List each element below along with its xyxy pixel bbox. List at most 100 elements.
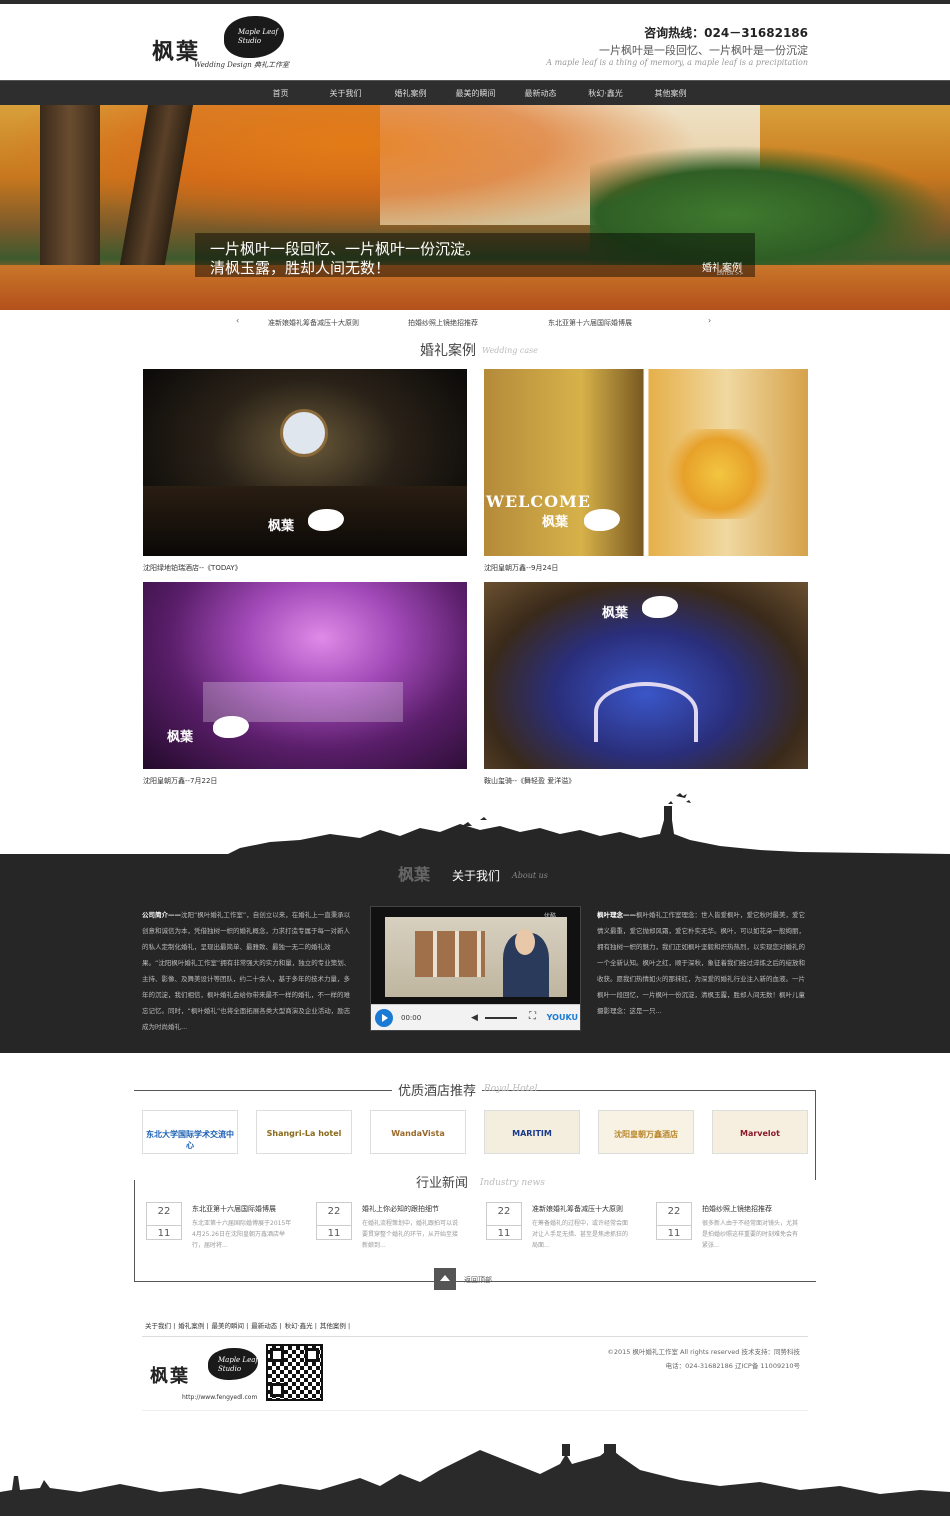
case-welcome-sign: WELCOME	[486, 492, 591, 511]
banner-tag-enter[interactable]: ENTER >>	[717, 271, 744, 277]
footer-logo-cn: 枫葉	[150, 1366, 190, 1387]
footer-logo[interactable]: 枫葉 Maple Leaf Studio	[150, 1348, 260, 1394]
qr-corner	[305, 1348, 319, 1362]
footer-logo-leaf-text: Maple Leaf Studio	[218, 1356, 258, 1373]
case-watermark: 枫葉	[602, 606, 629, 621]
footer-divider	[142, 1410, 808, 1411]
footer-links: 关于我们 | 婚礼案例 | 最美的瞬间 | 最新动态 | 秋幻·鑫光 | 其他案…	[145, 1320, 353, 1330]
hotel-logo[interactable]: 沈阳皇朝万鑫酒店	[598, 1110, 694, 1154]
case-caption-4[interactable]: 鞍山玺骑--《舞轻盈 爱洋溢》	[484, 776, 575, 786]
nav-item-news[interactable]: 最新动态	[508, 81, 573, 106]
news-date: 22 11	[656, 1202, 692, 1240]
hero-banner[interactable]: 一片枫叶一段回忆、一片枫叶一份沉淀。 清枫玉露，胜却人间无数！ 婚礼案例 ENT…	[0, 105, 950, 310]
cases-title: 婚礼案例	[420, 343, 476, 359]
news-subtitle: Industry news	[480, 1178, 545, 1188]
nav-item-home[interactable]: 首页	[248, 81, 313, 106]
video-player[interactable]: 优酷 00:00 ◀ ⛶ YOUKU	[370, 906, 581, 1031]
news-item-summary: 在筹备婚礼的过程中，或许经常会面对让人手足无措、甚至是焦虑抓狂的局面...	[532, 1220, 629, 1249]
video-source-label: 优酷	[543, 913, 556, 920]
video-face	[515, 929, 535, 955]
ticker-next-icon[interactable]: ›	[708, 316, 711, 325]
news-month: 11	[657, 1225, 691, 1239]
qr-corner	[270, 1383, 284, 1397]
footer-link[interactable]: 最美的瞬间 |	[212, 1320, 249, 1330]
video-controls: 00:00 ◀ ⛶ YOUKU	[371, 1004, 580, 1030]
footer-link[interactable]: 关于我们 |	[145, 1320, 175, 1330]
youku-logo[interactable]: YOUKU	[547, 1013, 578, 1022]
footer-link[interactable]: 婚礼案例 |	[178, 1320, 208, 1330]
site-header: 枫葉 Maple Leaf Studio Wedding Design 典礼工作…	[0, 4, 950, 80]
news-ticker: ‹ 准新娘婚礼筹备减压十大原则 拍婚纱照上镜绝招推荐 东北亚第十六届国际婚博展 …	[0, 316, 950, 330]
case-caption-1[interactable]: 沈阳绿地铂瑞酒店--《TODAY》	[143, 563, 242, 573]
news-item-summary: 东北亚第十六届国际婚博展于2015年4月25.26日在沈阳皇朝万鑫酒店举行，届时…	[192, 1220, 292, 1249]
concept-label: 枫叶理念——	[597, 911, 636, 919]
back-to-top-label[interactable]: 返回顶部	[464, 1275, 492, 1285]
hotel-logo[interactable]: MARITIM	[484, 1110, 580, 1154]
news-date: 22 11	[486, 1202, 522, 1240]
banner-subline: 清枫玉露，胜却人间无数！	[210, 259, 391, 277]
main-nav: 首页 关于我们 婚礼案例 最美的瞬间 最新动态 秋幻·鑫光 其他案例	[0, 80, 950, 105]
city-skyline-top	[0, 793, 950, 856]
news-item-title[interactable]: 东北亚第十六届国际婚博展	[192, 1204, 276, 1214]
watermark-leaf-icon	[642, 596, 678, 618]
case-arch	[594, 682, 698, 742]
footer-url[interactable]: http://www.fengyedl.com	[182, 1394, 257, 1401]
hotline: 咨询热线：024－31682186	[644, 26, 808, 40]
news-item[interactable]: 22 11 准新娘婚礼筹备减压十大原则 在筹备婚礼的过程中，或许经常会面对让人手…	[478, 1202, 628, 1262]
case-floor	[143, 486, 467, 556]
case-image-1[interactable]: 枫葉	[143, 369, 467, 556]
case-flowers	[664, 429, 774, 519]
company-concept: 枫叶理念——枫叶婚礼工作室理念：世人皆爱枫叶，爱它秋时最美，爱它情义最重，爱它抛…	[597, 907, 807, 1019]
logo-leaf-text: Maple Leaf Studio	[238, 28, 278, 45]
nav-item-cases[interactable]: 婚礼案例	[378, 81, 443, 106]
hotel-logo[interactable]: WandaVista	[370, 1110, 466, 1154]
news-title: 行业新闻	[410, 1172, 475, 1191]
news-item[interactable]: 22 11 婚礼上你必知的跟拍细节 在婚礼流程策划中，婚礼跟拍可以说要贯穿整个婚…	[308, 1202, 458, 1262]
ticker-prev-icon[interactable]: ‹	[236, 316, 239, 325]
case-image-4[interactable]: 枫葉	[484, 582, 808, 769]
hotel-logo[interactable]: Marvelot	[712, 1110, 808, 1154]
case-caption-3[interactable]: 沈阳皇朝万鑫--7月22日	[143, 776, 217, 786]
news-item-title[interactable]: 拍婚纱照上镜绝招推荐	[702, 1204, 772, 1214]
news-month: 11	[487, 1225, 521, 1239]
volume-slider[interactable]	[485, 1017, 517, 1019]
banner-leaves	[0, 105, 700, 235]
qr-code-icon	[266, 1344, 323, 1401]
nav-item-about[interactable]: 关于我们	[313, 81, 378, 106]
ticker-item[interactable]: 东北亚第十六届国际婚博展	[548, 318, 632, 328]
fullscreen-icon[interactable]: ⛶	[529, 1011, 536, 1022]
watermark-leaf-icon	[213, 716, 249, 738]
play-icon[interactable]	[375, 1009, 393, 1027]
ticker-item[interactable]: 拍婚纱照上镜绝招推荐	[408, 318, 478, 328]
qr-corner	[270, 1348, 284, 1362]
case-image-2[interactable]: WELCOME 枫葉	[484, 369, 808, 556]
hotel-logo[interactable]: 东北大学国际学术交流中心	[142, 1110, 238, 1154]
news-month: 11	[317, 1225, 351, 1239]
news-item-summary: 在婚礼流程策划中，婚礼跟拍可以说要贯穿整个婚礼的环节，从开始至接新娘到...	[362, 1220, 459, 1249]
back-to-top-icon[interactable]	[434, 1268, 456, 1290]
case-caption-2[interactable]: 沈阳皇朝万鑫--9月24日	[484, 563, 558, 573]
maple-leaf-icon: Maple Leaf Studio	[208, 1348, 258, 1380]
hotel-name: 沈阳皇朝万鑫酒店	[614, 1130, 678, 1139]
watermark-leaf-icon	[584, 509, 620, 531]
site-logo[interactable]: 枫葉 Maple Leaf Studio Wedding Design 典礼工作…	[142, 12, 292, 74]
footer-link[interactable]: 秋幻·鑫光 |	[285, 1320, 317, 1330]
news-date: 22 11	[316, 1202, 352, 1240]
news-item[interactable]: 22 11 东北亚第十六届国际婚博展 东北亚第十六届国际婚博展于2015年4月2…	[138, 1202, 291, 1262]
nav-item-moments[interactable]: 最美的瞬间	[443, 81, 508, 106]
footer-link[interactable]: 其他案例 |	[320, 1320, 350, 1330]
ticker-item[interactable]: 准新娘婚礼筹备减压十大原则	[268, 318, 359, 328]
case-image-3[interactable]: 枫葉	[143, 582, 467, 769]
footer-link[interactable]: 最新动态 |	[251, 1320, 281, 1330]
news-month: 11	[147, 1225, 181, 1239]
news-item-summary: 很多新人由于不经常面对镜头，尤其是拍婚纱照这样重要的时刻难免会有紧张...	[702, 1220, 799, 1249]
volume-icon[interactable]: ◀	[471, 1013, 478, 1023]
nav-item-autumn[interactable]: 秋幻·鑫光	[573, 81, 638, 106]
news-item-title[interactable]: 准新娘婚礼筹备减压十大原则	[532, 1204, 623, 1214]
news-day: 22	[667, 1206, 681, 1217]
city-skyline-bottom	[0, 1444, 950, 1516]
hotel-logo[interactable]: Shangri-La hotel	[256, 1110, 352, 1154]
news-item[interactable]: 22 11 拍婚纱照上镜绝招推荐 很多新人由于不经常面对镜头，尤其是拍婚纱照这样…	[648, 1202, 798, 1262]
nav-item-other[interactable]: 其他案例	[638, 81, 703, 106]
news-item-title[interactable]: 婚礼上你必知的跟拍细节	[362, 1204, 439, 1214]
